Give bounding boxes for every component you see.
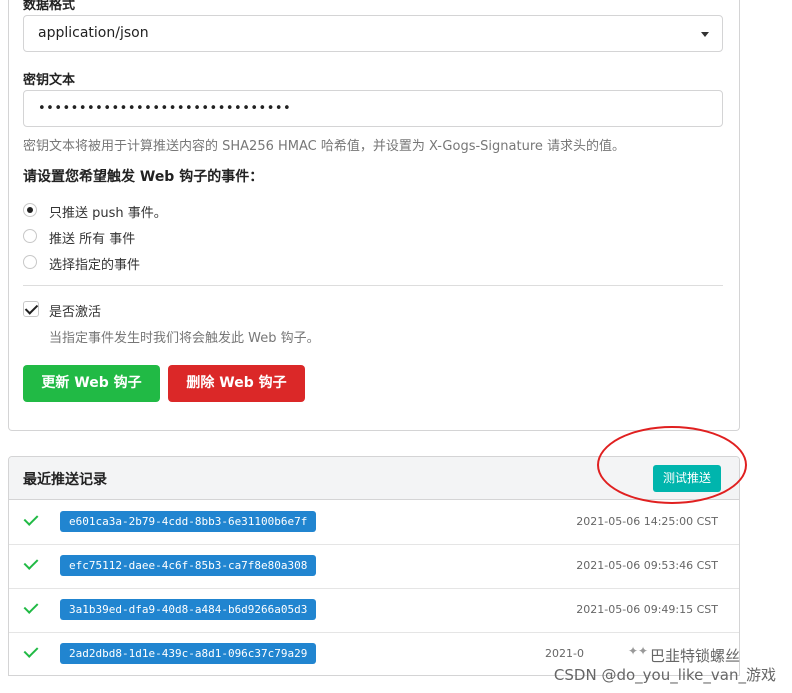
- delivery-time: 2021-05-06 09:53:46 CST: [576, 559, 718, 572]
- content-type-select[interactable]: application/json: [23, 15, 723, 52]
- update-webhook-button[interactable]: 更新 Web 钩子: [23, 365, 160, 402]
- check-icon: [23, 643, 39, 658]
- deliveries-title: 最近推送记录: [23, 472, 107, 488]
- delivery-row[interactable]: e601ca3a-2b79-4cdd-8bb3-6e31100b6e7f 202…: [9, 500, 739, 545]
- delivery-id[interactable]: 2ad2dbd8-1d1e-439c-a8d1-096c37c79a29: [60, 643, 317, 664]
- delivery-row[interactable]: 3a1b39ed-dfa9-40d8-a484-b6d9266a05d3 202…: [9, 588, 739, 633]
- events-heading: 请设置您希望触发 Web 钩子的事件：: [23, 169, 264, 185]
- annotation-circle: [597, 426, 747, 504]
- secret-help-text: 密钥文本将被用于计算推送内容的 SHA256 HMAC 哈希值，并设置为 X-G…: [23, 139, 626, 154]
- watermark-brand: 巴韭特锁螺丝: [650, 647, 741, 665]
- secret-label: 密钥文本: [23, 73, 76, 88]
- check-icon: [23, 511, 39, 526]
- radio-push-only[interactable]: [23, 203, 37, 217]
- secret-input[interactable]: •••••••••••••••••••••••••••••••: [23, 90, 723, 127]
- active-help-text: 当指定事件发生时我们将会触发此 Web 钩子。: [49, 331, 320, 346]
- event-option-label: 推送 所有 事件: [49, 232, 136, 247]
- secret-value: •••••••••••••••••••••••••••••••: [38, 101, 292, 116]
- delete-webhook-button[interactable]: 删除 Web 钩子: [168, 365, 305, 402]
- radio-all-events[interactable]: [23, 229, 37, 243]
- content-type-label: 数据格式: [23, 0, 76, 13]
- check-icon: [23, 599, 39, 614]
- active-checkbox[interactable]: [23, 301, 39, 317]
- delivery-row[interactable]: efc75112-daee-4c6f-85b3-ca7f8e80a308 202…: [9, 544, 739, 589]
- event-option-label: 只推送 push 事件。: [49, 206, 167, 221]
- delivery-id[interactable]: efc75112-daee-4c6f-85b3-ca7f8e80a308: [60, 555, 317, 576]
- divider: [23, 285, 723, 286]
- content-type-value: application/json: [38, 25, 149, 41]
- event-option-label: 选择指定的事件: [49, 258, 141, 273]
- delivery-id[interactable]: e601ca3a-2b79-4cdd-8bb3-6e31100b6e7f: [60, 511, 317, 532]
- wechat-logo-icon: ✦✦: [628, 644, 649, 658]
- delivery-time: 2021-05-06 14:25:00 CST: [576, 515, 718, 528]
- active-label: 是否激活: [49, 305, 102, 320]
- watermark-text: CSDN @do_you_like_van_游戏: [553, 666, 776, 684]
- delivery-id[interactable]: 3a1b39ed-dfa9-40d8-a484-b6d9266a05d3: [60, 599, 317, 620]
- chevron-down-icon: [701, 32, 709, 37]
- check-icon: [23, 555, 39, 570]
- delivery-time: 2021-05-06 09:49:15 CST: [576, 603, 718, 616]
- radio-choose-events[interactable]: [23, 255, 37, 269]
- delivery-time: 2021-0: [545, 647, 584, 660]
